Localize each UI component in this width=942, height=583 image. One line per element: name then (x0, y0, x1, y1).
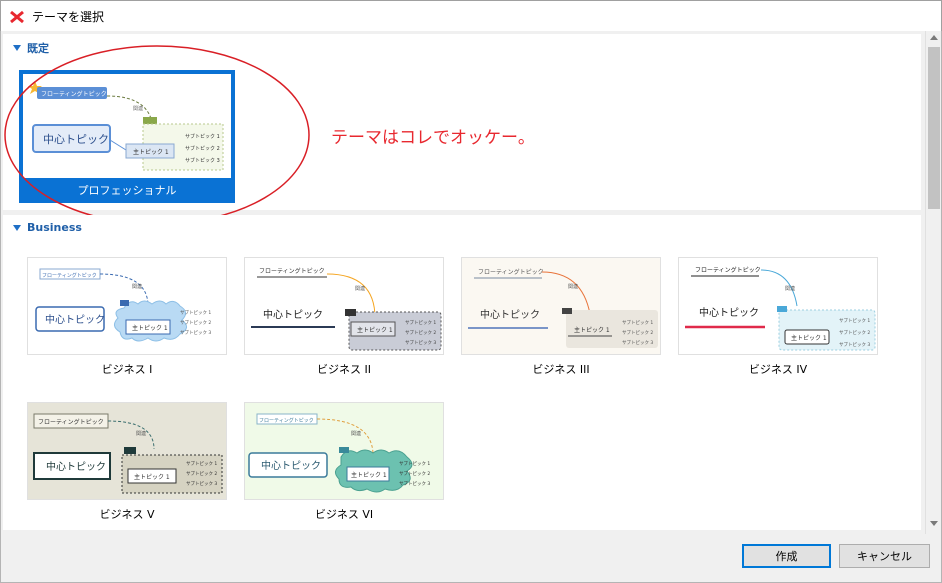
theme-name: ビジネス IV (748, 363, 808, 376)
theme-card-business-1[interactable]: フローティングトピック 関連 中心トピック 主トピック 1 サブトピック 1 サ… (27, 257, 227, 377)
svg-text:サブトピック 1: サブトピック 1 (180, 309, 211, 316)
annotation-text: テーマはコレでオッケー。 (331, 128, 535, 148)
svg-text:サブトピック 3: サブトピック 3 (622, 339, 653, 346)
theme-name: ビジネス V (99, 508, 155, 521)
annotation-ellipse (4, 45, 310, 225)
svg-text:主トピック 1: 主トピック 1 (132, 324, 168, 332)
svg-text:サブトピック 3: サブトピック 3 (186, 480, 217, 487)
svg-text:主トピック 1: 主トピック 1 (134, 473, 170, 481)
svg-text:フローティングトピック: フローティングトピック (695, 266, 761, 274)
theme-thumbnail: フローティングトピック 関連 中心トピック 主トピック 1 サブトピック 1 サ… (244, 402, 444, 500)
theme-card-business-5[interactable]: フローティングトピック 関連 中心トピック 主トピック 1 サブトピック 1 サ… (27, 402, 227, 522)
svg-text:中心トピック: 中心トピック (480, 308, 540, 321)
theme-thumbnail: フローティングトピック 関連 中心トピック 主トピック 1 サブトピック 1 サ… (27, 402, 227, 500)
svg-text:主トピック 1: 主トピック 1 (574, 326, 610, 334)
svg-text:中心トピック: 中心トピック (261, 459, 321, 472)
theme-list-area: 既定 フローティングトピック 関連 中心トピック 主トピック 1 サブトピック … (0, 31, 942, 534)
theme-thumbnail: フローティングトピック 関連 中心トピック 主トピック 1 サブトピック 1 サ… (461, 257, 661, 355)
svg-text:中心トピック: 中心トピック (46, 460, 106, 473)
theme-name: ビジネス VI (314, 508, 374, 521)
theme-card-business-2[interactable]: フローティングトピック 関連 中心トピック 主トピック 1 サブトピック 1 サ… (244, 257, 444, 377)
svg-text:中心トピック: 中心トピック (45, 313, 105, 326)
svg-text:フローティングトピック: フローティングトピック (478, 268, 544, 276)
svg-text:サブトピック 2: サブトピック 2 (180, 319, 211, 326)
svg-text:サブトピック 3: サブトピック 3 (180, 329, 211, 336)
svg-text:フローティングトピック: フローティングトピック (38, 418, 104, 426)
svg-text:サブトピック 3: サブトピック 3 (839, 341, 870, 348)
theme-card-business-3[interactable]: フローティングトピック 関連 中心トピック 主トピック 1 サブトピック 1 サ… (461, 257, 661, 377)
mindmap-preview: フローティングトピック 関連 中心トピック 主トピック 1 サブトピック 1 サ… (248, 413, 430, 493)
scrollbar-thumb[interactable] (928, 47, 940, 209)
section-business-label: Business (27, 221, 82, 234)
svg-text:中心トピック: 中心トピック (699, 306, 759, 319)
svg-text:関連: 関連 (785, 285, 795, 292)
mindmap-preview: フローティングトピック 関連 中心トピック 主トピック 1 サブトピック 1 サ… (33, 413, 223, 494)
svg-text:フローティングトピック: フローティングトピック (259, 267, 325, 275)
theme-name: ビジネス III (532, 363, 590, 376)
cancel-button[interactable]: キャンセル (839, 544, 930, 568)
theme-card-business-4[interactable]: フローティングトピック 関連 中心トピック 主トピック 1 サブトピック 1 サ… (678, 257, 878, 377)
svg-text:関連: 関連 (136, 430, 146, 437)
svg-text:サブトピック 1: サブトピック 1 (405, 319, 436, 326)
mindmap-preview: フローティングトピック 関連 中心トピック 主トピック 1 サブトピック 1 サ… (251, 267, 442, 351)
section-business-header[interactable]: Business (13, 221, 82, 234)
svg-text:中心トピック: 中心トピック (263, 308, 323, 321)
mindmap-preview: フローティングトピック 関連 中心トピック 主トピック 1 サブトピック 1 サ… (468, 268, 658, 348)
mindmap-preview: フローティングトピック 関連 中心トピック 主トピック 1 サブトピック 1 サ… (35, 268, 211, 342)
svg-text:サブトピック 1: サブトピック 1 (186, 460, 217, 467)
collapse-triangle-icon (13, 224, 21, 231)
theme-name: ビジネス I (101, 363, 153, 376)
mindmap-preview: フローティングトピック 関連 中心トピック 主トピック 1 サブトピック 1 サ… (685, 266, 876, 351)
svg-text:主トピック 1: 主トピック 1 (351, 471, 387, 479)
scroll-down-arrow-icon[interactable] (930, 521, 938, 526)
create-button[interactable]: 作成 (742, 544, 831, 568)
theme-thumbnail: フローティングトピック 関連 中心トピック 主トピック 1 サブトピック 1 サ… (27, 257, 227, 355)
svg-text:関連: 関連 (355, 285, 365, 292)
xmind-app-icon (9, 9, 25, 25)
vertical-scrollbar[interactable] (925, 31, 941, 534)
svg-text:サブトピック 1: サブトピック 1 (399, 460, 430, 467)
theme-name: ビジネス II (317, 363, 371, 376)
section-business: Business フローティングトピック 関連 中心トピック 主トピック 1 サ… (3, 215, 921, 530)
svg-text:サブトピック 1: サブトピック 1 (839, 317, 870, 324)
svg-text:サブトピック 2: サブトピック 2 (622, 329, 653, 336)
svg-text:サブトピック 2: サブトピック 2 (405, 329, 436, 336)
theme-thumbnail: フローティングトピック 関連 中心トピック 主トピック 1 サブトピック 1 サ… (244, 257, 444, 355)
svg-text:関連: 関連 (132, 283, 142, 290)
svg-text:サブトピック 2: サブトピック 2 (399, 470, 430, 477)
svg-text:フローティングトピック: フローティングトピック (42, 272, 97, 279)
svg-text:サブトピック 3: サブトピック 3 (399, 480, 430, 487)
svg-text:サブトピック 2: サブトピック 2 (186, 470, 217, 477)
dialog-footer: 作成 キャンセル (0, 534, 942, 583)
svg-text:主トピック 1: 主トピック 1 (791, 334, 827, 342)
svg-text:サブトピック 1: サブトピック 1 (622, 319, 653, 326)
svg-text:サブトピック 2: サブトピック 2 (839, 329, 870, 336)
svg-text:フローティングトピック: フローティングトピック (259, 417, 314, 424)
section-default: 既定 フローティングトピック 関連 中心トピック 主トピック 1 サブトピック … (3, 34, 921, 225)
scroll-up-arrow-icon[interactable] (930, 35, 938, 40)
svg-text:サブトピック 3: サブトピック 3 (405, 339, 436, 346)
title-bar: テーマを選択 (0, 0, 942, 31)
svg-text:主トピック 1: 主トピック 1 (357, 326, 393, 334)
svg-text:関連: 関連 (568, 283, 578, 290)
svg-text:関連: 関連 (351, 430, 361, 437)
theme-card-business-6[interactable]: フローティングトピック 関連 中心トピック 主トピック 1 サブトピック 1 サ… (244, 402, 444, 522)
theme-thumbnail: フローティングトピック 関連 中心トピック 主トピック 1 サブトピック 1 サ… (678, 257, 878, 355)
window-title: テーマを選択 (32, 10, 105, 24)
